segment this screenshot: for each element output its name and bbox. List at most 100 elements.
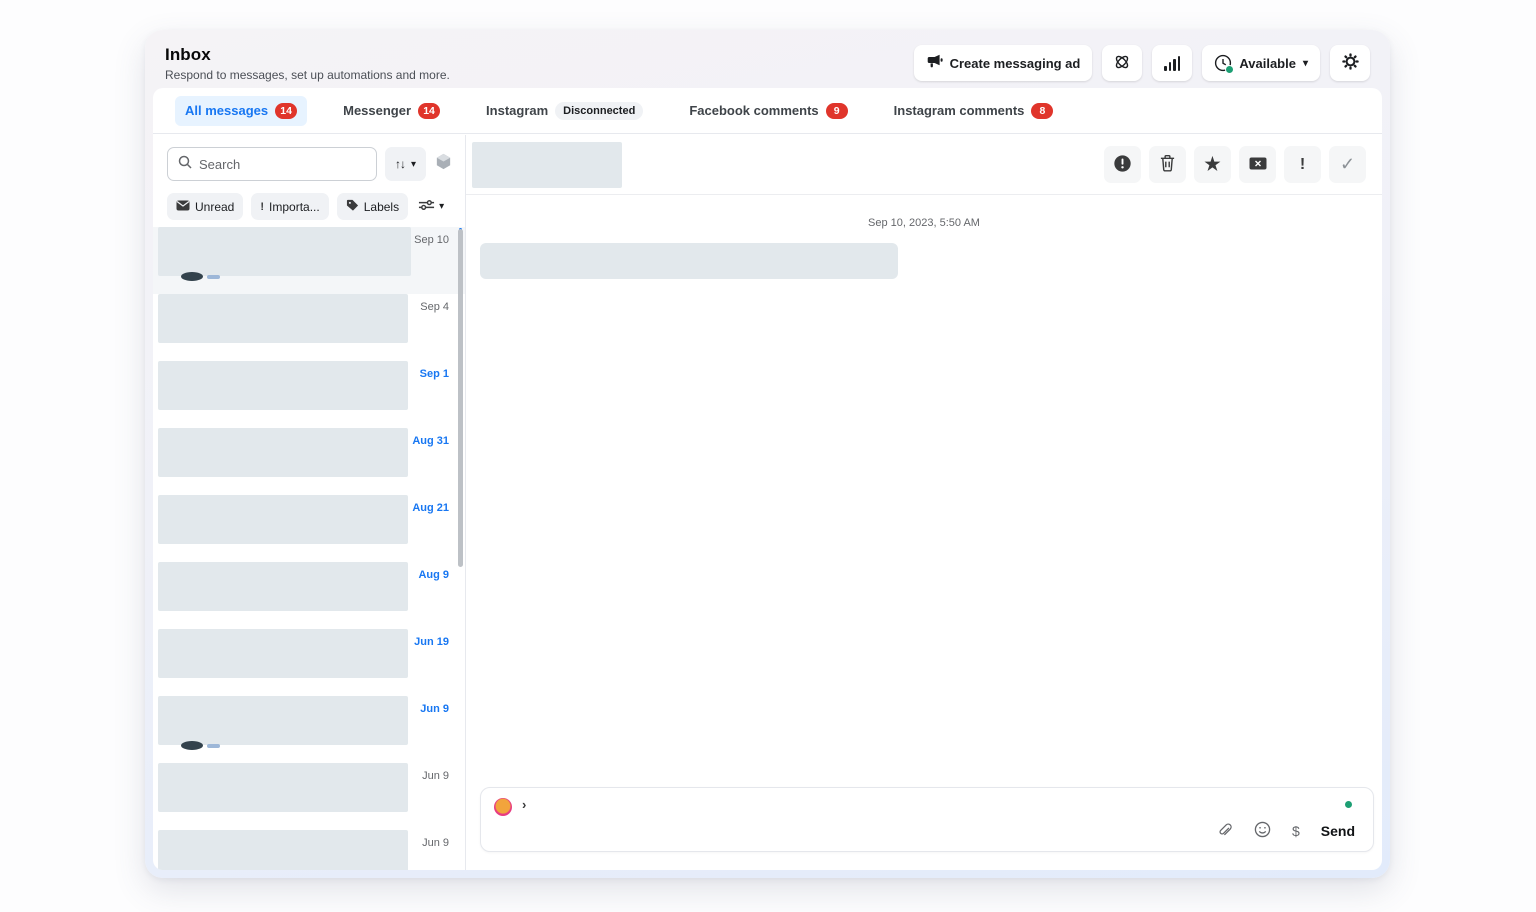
page-title: Inbox [165,45,450,65]
chevron-down-icon: ▾ [1303,58,1308,69]
available-status-dot [1225,65,1234,74]
redacted-conversation-preview [158,495,408,544]
conversation-list-item[interactable]: Jun 9 [153,830,465,870]
unread-count-badge: 8 [1031,103,1053,119]
mark-unread-button[interactable] [1239,146,1276,183]
conversation-date: Jun 9 [420,703,449,715]
conversation-list-item[interactable]: Aug 21 [153,495,465,562]
conversation-date: Jun 9 [422,837,449,849]
conversation-list-item[interactable]: Jun 9 [153,763,465,830]
sort-arrows-icon: ↑↓ [395,157,405,171]
search-input[interactable] [199,157,366,172]
filter-labels[interactable]: Labels [337,193,408,220]
page-subtitle: Respond to messages, set up automations … [165,68,450,82]
chevron-down-icon: ▾ [411,159,416,170]
payment-button[interactable]: $ [1292,823,1300,839]
conversation-list-item[interactable]: Sep 4 [153,294,465,361]
message-composer[interactable]: › [480,787,1374,852]
conversation-list-item[interactable]: Jun 19 [153,629,465,696]
conversation-date: Sep 10 [414,234,449,246]
tag-icon [346,199,359,215]
tab-label: Facebook comments [689,103,818,118]
conversation-list: Sep 10 Sep 4 Sep 1 Aug 31 [153,221,465,870]
conversation-date: Jun 19 [414,636,449,648]
conversation-date: Aug 9 [418,569,449,581]
hexagon-icon[interactable] [434,152,453,176]
page-header-text: Inbox Respond to messages, set up automa… [165,45,450,82]
unread-count-badge: 9 [826,103,848,119]
redacted-conversation-preview [158,629,408,678]
conversation-date: Aug 31 [412,435,449,447]
conversation-list-item[interactable]: Sep 10 [153,227,465,294]
redacted-conversation-preview [158,361,408,410]
tab-instagram-comments[interactable]: Instagram comments 8 [884,96,1064,126]
screen: Inbox Respond to messages, set up automa… [0,0,1536,912]
unread-count-badge: 14 [275,103,297,119]
conversation-date: Aug 21 [412,502,449,514]
redacted-contact-name [472,142,622,188]
connected-status-dot [1345,801,1352,808]
tab-instagram[interactable]: Instagram Disconnected [476,95,653,127]
header-actions: Create messaging ad [914,45,1370,81]
scrollbar[interactable] [458,229,463,567]
report-icon [1113,154,1132,176]
redacted-message-bubble [480,243,898,279]
page-avatar[interactable] [494,798,512,816]
message-timestamp: Sep 10, 2023, 5:50 AM [466,217,1382,229]
channel-tabs: All messages 14 Messenger 14 Instagram D… [153,88,1382,134]
settings-button[interactable] [1330,45,1370,81]
more-filters-dropdown[interactable]: ▾ [416,196,446,217]
envelope-x-icon [1249,157,1267,173]
page-header: Inbox Respond to messages, set up automa… [145,30,1390,88]
availability-dropdown[interactable]: Available ▾ [1202,45,1320,81]
create-messaging-ad-button[interactable]: Create messaging ad [914,45,1093,81]
conversation-list-item[interactable]: Aug 9 [153,562,465,629]
tab-label: Instagram [486,103,548,118]
filter-unread[interactable]: Unread [167,193,243,220]
sort-dropdown[interactable]: ↑↓ ▾ [385,147,426,181]
conversation-list-item[interactable]: Sep 1 [153,361,465,428]
chevron-down-icon: ▾ [439,201,444,212]
redacted-conversation-preview [158,562,408,611]
paperclip-icon [1216,821,1233,841]
conversation-actions: ★ ! ✓ [1104,146,1366,183]
exclamation-icon: ! [260,201,264,213]
conversation-list-pane: ↑↓ ▾ Unread [153,135,466,870]
avatar [181,741,203,750]
report-button[interactable] [1104,146,1141,183]
attach-file-button[interactable] [1216,821,1233,841]
disconnected-status-badge: Disconnected [555,102,643,120]
tab-label: Messenger [343,103,411,118]
emoji-button[interactable] [1254,821,1271,841]
inbox-content: ↑↓ ▾ Unread [153,135,1382,870]
tab-facebook-comments[interactable]: Facebook comments 9 [679,96,857,126]
chevron-right-icon[interactable]: › [522,797,526,812]
redacted-conversation-preview [158,227,411,276]
send-button[interactable]: Send [1321,823,1355,839]
composer-tools: $ Send [1216,821,1355,841]
avatar [181,272,203,281]
filter-label: Unread [195,200,234,214]
insights-button[interactable] [1152,45,1192,81]
tab-all-messages[interactable]: All messages 14 [175,96,307,126]
search-box [167,147,377,181]
list-toolbar: ↑↓ ▾ [153,135,465,185]
mark-done-button[interactable]: ✓ [1329,146,1366,183]
conversation-date: Jun 9 [422,770,449,782]
automation-knot-icon [1112,52,1132,75]
inbox-panel: All messages 14 Messenger 14 Instagram D… [153,88,1382,870]
availability-label: Available [1239,56,1296,71]
filter-label: Labels [364,200,399,214]
conversation-list-item[interactable]: Jun 9 [153,696,465,763]
mark-important-button[interactable]: ! [1284,146,1321,183]
bar-chart-icon [1164,56,1180,71]
automations-button[interactable] [1102,45,1142,81]
conversation-list-item[interactable]: Aug 31 [153,428,465,495]
star-icon: ★ [1204,154,1220,175]
megaphone-icon [926,54,943,72]
delete-button[interactable] [1149,146,1186,183]
follow-up-button[interactable]: ★ [1194,146,1231,183]
filter-important[interactable]: ! Importa... [251,193,328,220]
tab-messenger[interactable]: Messenger 14 [333,96,450,126]
availability-clock-icon [1214,54,1232,72]
